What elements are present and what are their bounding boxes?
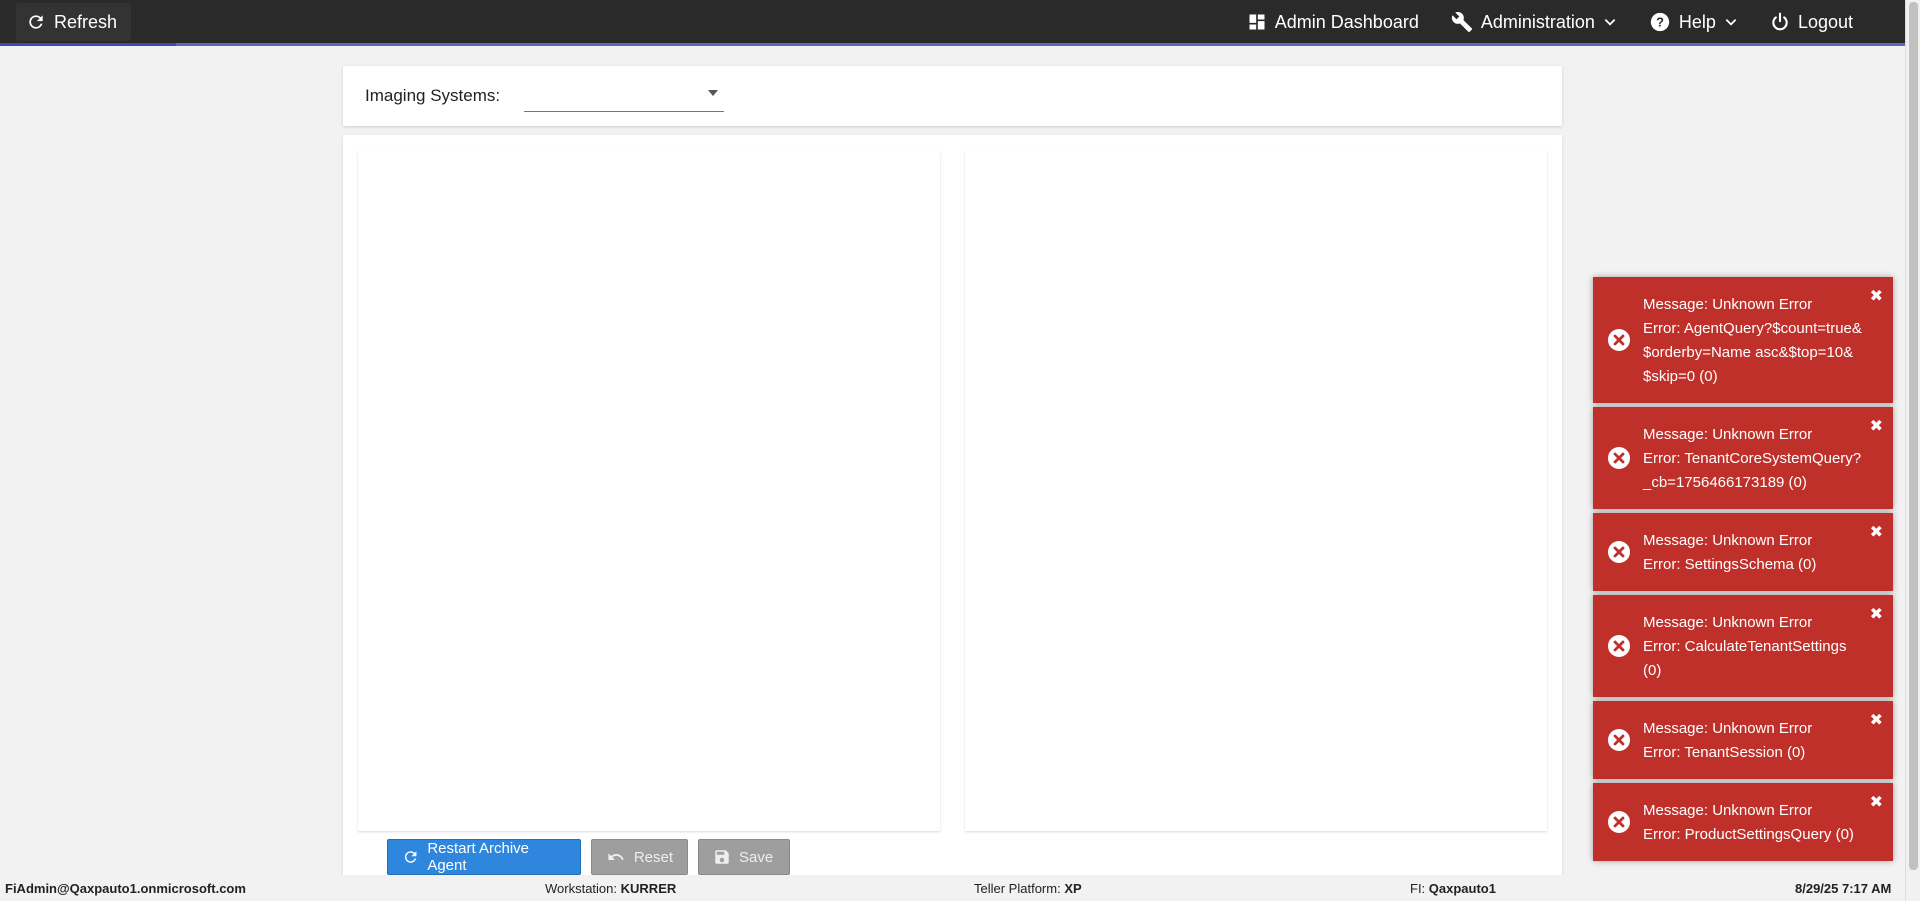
refresh-label: Refresh: [54, 11, 118, 32]
reset-label: Reset: [633, 848, 673, 866]
error-toast[interactable]: Message: Unknown Error Error: AgentQuery?…: [1593, 277, 1893, 403]
toast-message: Message: Unknown Error Error: AgentQuery?…: [1643, 296, 1862, 385]
error-circle-icon: [1608, 729, 1630, 751]
close-icon[interactable]: ✖: [1870, 795, 1883, 811]
imaging-systems-filter-card: Imaging Systems:: [343, 66, 1562, 126]
close-icon[interactable]: ✖: [1870, 419, 1883, 435]
error-circle-icon: [1608, 447, 1630, 469]
nav-logout-label: Logout: [1797, 11, 1853, 32]
nav-logout[interactable]: Logout: [1754, 0, 1869, 44]
refresh-button[interactable]: Refresh: [16, 3, 132, 41]
error-toast[interactable]: Message: Unknown Error Error: TenantCoreS…: [1593, 407, 1893, 509]
nav-admin-dashboard-label: Admin Dashboard: [1274, 11, 1419, 32]
close-icon[interactable]: ✖: [1870, 607, 1883, 623]
error-toast[interactable]: Message: Unknown Error Error: ProductSett…: [1593, 783, 1893, 861]
error-toast[interactable]: Message: Unknown Error Error: TenantSessi…: [1593, 701, 1893, 779]
nav-administration[interactable]: Administration: [1435, 0, 1633, 44]
imaging-systems-label: Imaging Systems:: [365, 86, 501, 105]
svg-text:?: ?: [1656, 15, 1664, 30]
page-scrollbar[interactable]: [1905, 0, 1920, 901]
loading-progress-bar: [0, 43, 1905, 46]
restart-archive-agent-label: Restart Archive Agent: [427, 840, 530, 874]
dropdown-caret-icon: [708, 90, 719, 96]
toast-message: Message: Unknown Error Error: SettingsSch…: [1643, 532, 1817, 573]
chevron-down-icon: [1725, 19, 1737, 26]
error-circle-icon: [1608, 635, 1630, 657]
help-icon: ?: [1650, 12, 1670, 32]
toast-message: Message: Unknown Error Error: TenantCoreS…: [1643, 426, 1862, 491]
error-circle-icon: [1608, 329, 1630, 351]
error-circle-icon: [1608, 811, 1630, 833]
refresh-icon: [404, 851, 417, 863]
restart-archive-agent-button[interactable]: Restart Archive Agent: [387, 839, 581, 875]
wrench-icon: [1451, 12, 1472, 33]
close-icon[interactable]: ✖: [1870, 525, 1883, 541]
refresh-icon: [29, 15, 43, 29]
main-card: Restart Archive Agent Reset Save: [343, 135, 1562, 875]
toast-container: Message: Unknown Error Error: AgentQuery?…: [1593, 277, 1893, 865]
status-datetime: 8/29/25 7:17 AM: [1795, 881, 1892, 896]
nav-administration-label: Administration: [1480, 11, 1595, 32]
action-buttons: Restart Archive Agent Reset Save: [387, 839, 790, 875]
nav-admin-dashboard[interactable]: Admin Dashboard: [1231, 0, 1435, 44]
error-toast[interactable]: Message: Unknown Error Error: CalculateTe…: [1593, 595, 1893, 697]
power-icon: [1772, 12, 1788, 31]
status-teller-platform: Teller Platform: XP: [974, 881, 1082, 896]
toast-message: Message: Unknown Error Error: CalculateTe…: [1643, 614, 1847, 679]
top-bar: Refresh Admin Dashboard Administration ?…: [0, 0, 1905, 46]
top-nav: Admin Dashboard Administration ? Help Lo…: [1231, 0, 1869, 44]
close-icon[interactable]: ✖: [1870, 289, 1883, 305]
reset-button[interactable]: Reset: [591, 839, 688, 875]
dashboard-icon: [1249, 14, 1265, 30]
left-panel: [358, 150, 940, 831]
status-workstation: Workstation: KURRER: [545, 881, 677, 896]
imaging-systems-select[interactable]: [524, 80, 725, 112]
scrollbar-thumb[interactable]: [1909, 2, 1918, 870]
nav-help[interactable]: ? Help: [1633, 0, 1754, 44]
save-icon: [715, 850, 729, 864]
undo-icon: [608, 853, 624, 860]
status-bar: FiAdmin@Qaxpauto1.onmicrosoft.com Workst…: [0, 875, 1905, 901]
error-circle-icon: [1608, 541, 1630, 563]
toast-message: Message: Unknown Error Error: ProductSett…: [1643, 802, 1854, 843]
save-label: Save: [739, 848, 774, 866]
error-toast[interactable]: Message: Unknown Error Error: SettingsSch…: [1593, 513, 1893, 591]
close-icon[interactable]: ✖: [1870, 713, 1883, 729]
right-panel: [965, 150, 1547, 831]
status-fi: FI: Qaxpauto1: [1410, 881, 1496, 896]
nav-help-label: Help: [1678, 11, 1716, 32]
chevron-down-icon: [1604, 19, 1616, 26]
status-user: FiAdmin@Qaxpauto1.onmicrosoft.com: [5, 881, 246, 896]
toast-message: Message: Unknown Error Error: TenantSessi…: [1643, 720, 1813, 761]
save-button[interactable]: Save: [698, 839, 790, 875]
